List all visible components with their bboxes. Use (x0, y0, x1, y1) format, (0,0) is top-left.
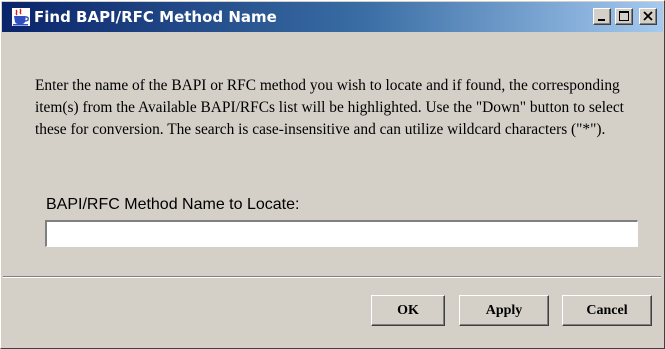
title-bar[interactable]: Find BAPI/RFC Method Name (2, 2, 663, 32)
ok-button[interactable]: OK (371, 295, 445, 326)
java-coffee-cup-icon[interactable] (12, 8, 30, 26)
apply-button[interactable]: Apply (459, 295, 549, 326)
instructions-text: Enter the name of the BAPI or RFC method… (35, 77, 624, 138)
window-title: Find BAPI/RFC Method Name (34, 8, 277, 26)
dialog-window: Find BAPI/RFC Method Name Enter the name… (0, 0, 665, 349)
method-name-label: BAPI/RFC Method Name to Locate: (46, 196, 300, 213)
minimize-icon (598, 19, 605, 21)
close-button[interactable] (639, 8, 657, 25)
separator (3, 276, 661, 278)
maximize-button[interactable] (615, 8, 633, 25)
close-icon (643, 11, 653, 21)
cancel-button[interactable]: Cancel (562, 295, 652, 326)
minimize-button[interactable] (593, 8, 611, 25)
method-name-input[interactable] (45, 220, 638, 247)
maximize-icon (619, 11, 629, 21)
